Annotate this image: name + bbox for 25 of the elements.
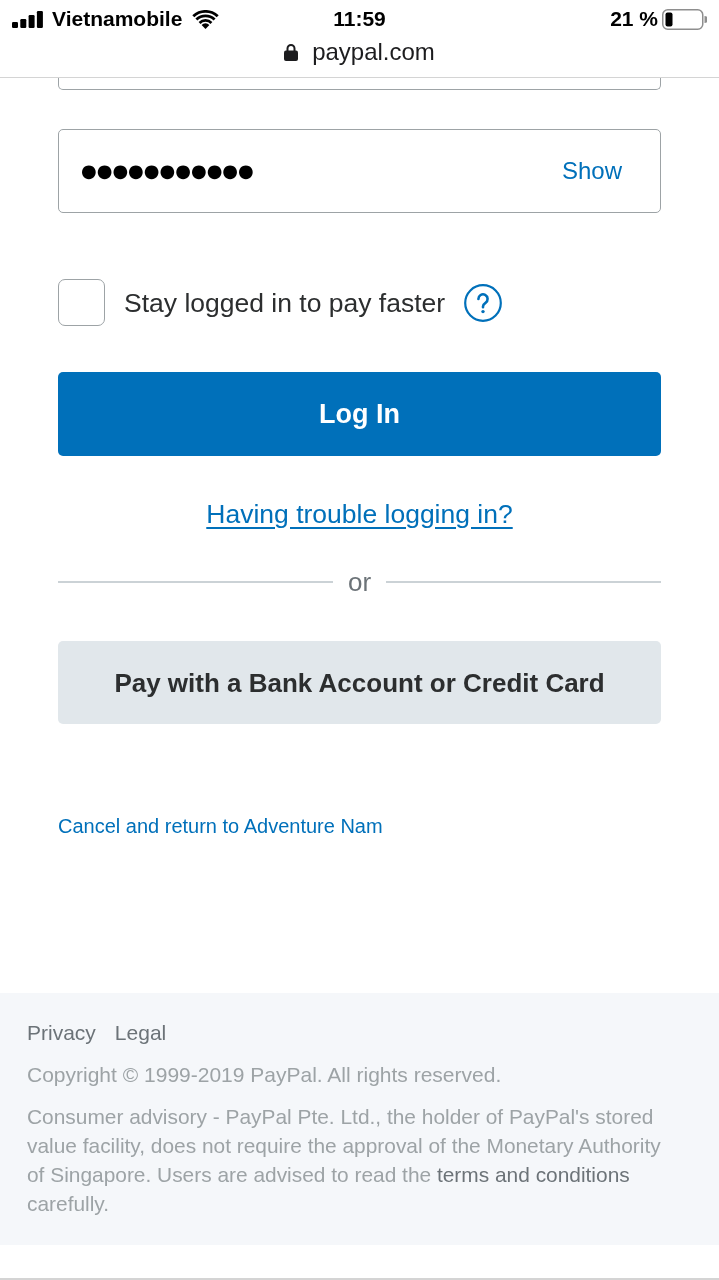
footer-link[interactable]: Privacy	[27, 1019, 96, 1047]
input-field[interactable]	[58, 78, 661, 90]
cancel-link[interactable]: Cancel and return to Adventure Nam	[58, 812, 383, 840]
terms-link[interactable]: terms and conditions	[436, 1163, 630, 1186]
wifi-icon	[192, 9, 220, 29]
url-text[interactable]: paypal.com	[312, 38, 435, 66]
copyright-text: Copyright © 1999-2019 PayPal. All rights reserved.	[27, 1062, 503, 1088]
trouble-logging-in-link[interactable]: Having trouble logging in?	[206, 498, 513, 530]
password-field[interactable]: ●●●●●●●●●●● Show	[58, 129, 661, 213]
battery-icon	[662, 8, 707, 30]
checkbox-label: Stay logged in to pay faster	[124, 286, 446, 319]
divider-text: or	[347, 566, 372, 598]
login-button[interactable]: Log In	[58, 372, 661, 456]
show-password-button[interactable]: Show	[561, 157, 622, 185]
footer-link[interactable]: Legal	[114, 1019, 167, 1047]
checkbox[interactable]	[58, 279, 105, 326]
lock-icon	[284, 43, 299, 61]
battery-percentage: 21 %	[610, 6, 658, 32]
advisory-text: Consumer advisory - PayPal Pte. Ltd., the holder of PayPal's stored value facility, does not require the approval of the Monetary Authority of Singapore. Users are advised to read the terms and conditions carefully.	[27, 1104, 662, 1217]
carrier-name: Vietnamobile	[52, 6, 183, 32]
help-icon[interactable]	[464, 283, 503, 322]
password-value: ●●●●●●●●●●●	[81, 159, 254, 183]
signal-icon	[12, 10, 43, 28]
pay-with-card-button[interactable]: Pay with a Bank Account or Credit Card	[58, 641, 661, 724]
clock-time: 11:59	[333, 6, 386, 32]
